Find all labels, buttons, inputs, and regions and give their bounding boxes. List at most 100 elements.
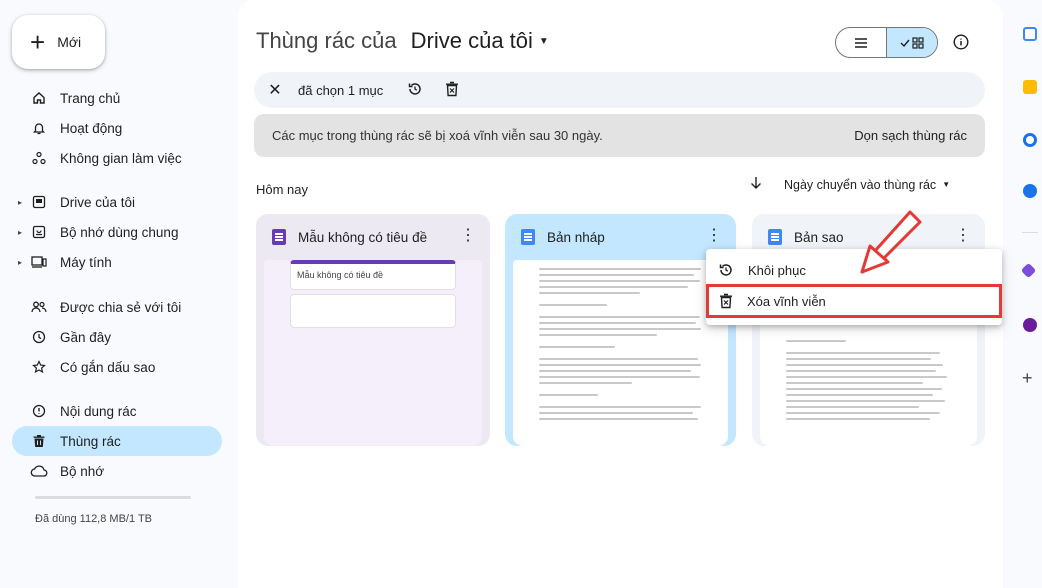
sidebar-item-label: Được chia sẻ với tôi <box>60 299 182 315</box>
calendar-icon[interactable] <box>1023 27 1037 41</box>
drive-icon <box>30 195 48 209</box>
banner-message: Các mục trong thùng rác sẽ bị xoá vĩnh v… <box>272 128 603 143</box>
section-heading: Hôm nay <box>256 182 309 197</box>
file-card[interactable]: Mẫu không có tiêu đề ⋮ Mẫu không có tiêu… <box>256 214 490 446</box>
menu-item-label: Khôi phục <box>748 262 806 278</box>
addon-icon-2[interactable] <box>1023 318 1037 332</box>
document-text-preview <box>786 340 957 424</box>
google-docs-icon <box>521 229 535 245</box>
computer-icon <box>30 255 48 269</box>
sidebar-item-workspace[interactable]: Không gian làm việc <box>12 143 222 173</box>
trash-info-banner: Các mục trong thùng rác sẽ bị xoá vĩnh v… <box>254 114 985 157</box>
sidebar-item-trash[interactable]: Thùng rác <box>12 426 222 456</box>
expand-caret-icon[interactable]: ▸ <box>18 228 22 237</box>
sidebar-item-label: Gần đây <box>60 329 112 345</box>
trash-icon <box>30 434 48 448</box>
details-button[interactable] <box>948 29 974 55</box>
nav-group-drives: ▸ Drive của tôi ▸ Bộ nhớ dùng chung ▸ Má… <box>12 187 222 277</box>
side-panel-rail: + <box>1016 0 1042 588</box>
location-label: Drive của tôi <box>410 28 533 53</box>
nav-group-views: Được chia sẻ với tôi Gần đây Có gắn dấu … <box>12 292 222 382</box>
expand-caret-icon[interactable]: ▸ <box>18 198 22 207</box>
sort-direction-button[interactable] <box>750 176 762 193</box>
page-title-prefix: Thùng rác của <box>256 28 397 53</box>
more-options-button[interactable]: ⋮ <box>955 228 971 244</box>
contacts-icon[interactable] <box>1023 184 1037 198</box>
restore-button[interactable] <box>407 81 423 100</box>
sort-by-dropdown[interactable]: Ngày chuyển vào thùng rác ▼ <box>784 178 950 192</box>
spam-icon <box>30 404 48 418</box>
sidebar-item-label: Drive của tôi <box>60 194 136 210</box>
file-card-selected[interactable]: Bản nháp ⋮ <box>505 214 736 446</box>
workspace-icon <box>30 151 48 165</box>
storage-usage-text: Đã dùng 112,8 MB/1 TB <box>35 513 152 525</box>
star-icon <box>30 360 48 374</box>
new-button[interactable]: + Mới <box>12 15 105 69</box>
delete-forever-icon <box>446 81 459 96</box>
rail-divider <box>1022 232 1038 233</box>
addon-icon[interactable] <box>1020 262 1037 279</box>
empty-trash-button[interactable]: Dọn sạch thùng rác <box>854 128 967 143</box>
caret-down-icon: ▼ <box>538 35 549 47</box>
menu-item-label: Xóa vĩnh viễn <box>747 293 826 309</box>
sidebar-item-home[interactable]: Trang chủ <box>12 83 222 113</box>
sidebar-item-label: Bộ nhớ dùng chung <box>60 224 179 240</box>
sidebar-item-spam[interactable]: Nội dung rác <box>12 396 222 426</box>
document-text-preview <box>539 268 708 424</box>
nav-group-storage: Nội dung rác Thùng rác Bộ nhớ <box>12 396 222 486</box>
menu-item-restore[interactable]: Khôi phục <box>706 255 1002 285</box>
sort-label: Ngày chuyển vào thùng rác <box>784 177 937 192</box>
sidebar-item-label: Nội dung rác <box>60 403 137 419</box>
grid-icon <box>900 36 924 49</box>
sidebar-item-recent[interactable]: Gần đây <box>12 322 222 352</box>
sidebar-item-label: Không gian làm việc <box>60 150 182 166</box>
tasks-icon[interactable] <box>1023 133 1037 147</box>
sidebar-item-shared-drives[interactable]: ▸ Bộ nhớ dùng chung <box>12 217 222 247</box>
sidebar: + Mới Trang chủ Hoạt động Không gian làm… <box>0 0 236 588</box>
expand-caret-icon[interactable]: ▸ <box>18 258 22 267</box>
context-menu: Khôi phục Xóa vĩnh viễn <box>706 249 1002 325</box>
sort-controls: Ngày chuyển vào thùng rác ▼ <box>750 176 950 193</box>
add-addon-icon[interactable]: + <box>1022 368 1033 389</box>
delete-forever-button[interactable] <box>445 81 459 100</box>
sidebar-item-activity[interactable]: Hoạt động <box>12 113 222 143</box>
file-name: Mẫu không có tiêu đề <box>298 229 428 245</box>
sidebar-item-label: Hoạt động <box>60 120 123 136</box>
home-icon <box>30 91 48 105</box>
keep-icon[interactable] <box>1023 80 1037 94</box>
more-options-button[interactable]: ⋮ <box>706 228 722 244</box>
file-name: Bản nháp <box>547 229 605 245</box>
sidebar-item-computers[interactable]: ▸ Máy tính <box>12 247 222 277</box>
annotation-arrow <box>860 210 922 274</box>
selection-count: đã chọn 1 mục <box>298 82 384 98</box>
restore-icon <box>719 264 732 276</box>
sidebar-item-storage[interactable]: Bộ nhớ <box>12 456 222 486</box>
delete-forever-icon <box>720 293 732 309</box>
shared-drive-icon <box>30 225 48 239</box>
info-icon <box>953 34 969 50</box>
form-preview-question <box>290 294 456 328</box>
grid-view-button[interactable] <box>886 28 937 57</box>
location-dropdown[interactable]: Drive của tôi ▼ <box>411 28 549 54</box>
storage-usage-bar <box>35 496 191 499</box>
google-forms-icon <box>272 229 286 245</box>
list-icon <box>855 37 867 48</box>
selection-toolbar: ✕ đã chọn 1 mục <box>254 72 985 108</box>
list-view-button[interactable] <box>836 28 886 57</box>
file-card-header: Bản nháp ⋮ <box>505 214 736 260</box>
sidebar-item-label: Thùng rác <box>60 433 121 449</box>
sidebar-item-my-drive[interactable]: ▸ Drive của tôi <box>12 187 222 217</box>
sidebar-item-shared-with-me[interactable]: Được chia sẻ với tôi <box>12 292 222 322</box>
plus-icon: + <box>30 27 46 57</box>
sidebar-item-label: Bộ nhớ <box>60 463 105 479</box>
sidebar-item-label: Có gắn dấu sao <box>60 359 156 375</box>
menu-item-delete-forever[interactable]: Xóa vĩnh viễn <box>706 284 1002 318</box>
sidebar-item-starred[interactable]: Có gắn dấu sao <box>12 352 222 382</box>
view-toggle <box>835 27 938 58</box>
form-preview-title: Mẫu không có tiêu đề <box>290 260 456 290</box>
shared-icon <box>30 300 48 314</box>
file-thumbnail: Mẫu không có tiêu đề <box>264 260 482 446</box>
more-options-button[interactable]: ⋮ <box>460 228 476 244</box>
restore-icon <box>409 82 421 95</box>
clear-selection-button[interactable]: ✕ <box>266 80 284 100</box>
